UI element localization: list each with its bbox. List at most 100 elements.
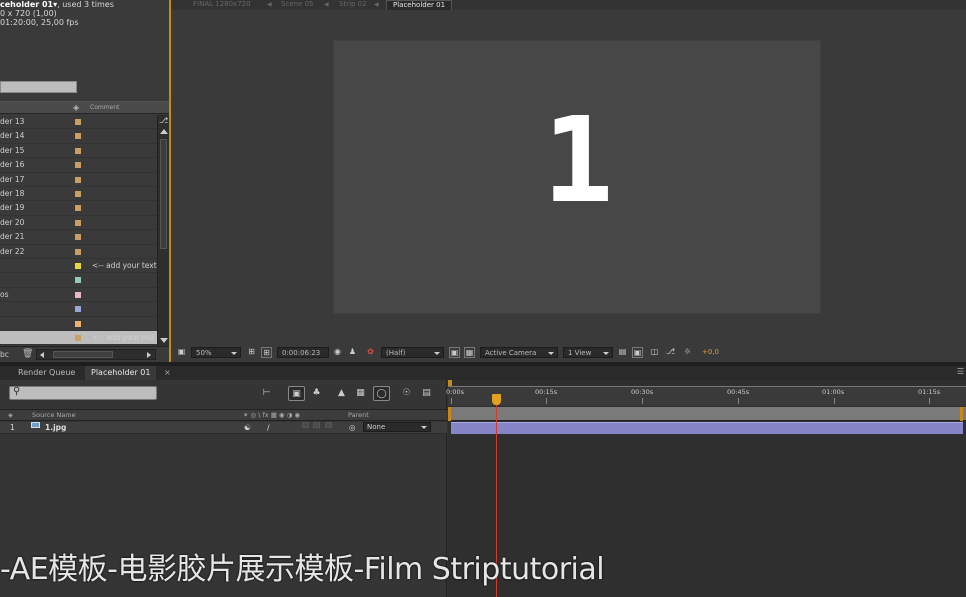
- trash-icon[interactable]: 🗑: [22, 349, 33, 359]
- timeline-icon[interactable]: ◫: [649, 347, 660, 358]
- layer-row[interactable]: 1 1.jpg ☯ ∕ ◎ None: [0, 422, 447, 434]
- quality-switch-icon[interactable]: ∕: [267, 422, 270, 433]
- scroll-up-arrow-icon[interactable]: [160, 129, 168, 134]
- shy-layers-icon[interactable]: ▲: [333, 386, 350, 401]
- frame-blending-icon[interactable]: ▦: [352, 386, 369, 401]
- project-item-row[interactable]: <-- add your mu: [0, 331, 157, 346]
- layer-name[interactable]: 1.jpg: [45, 422, 66, 433]
- label-color-swatch[interactable]: [75, 320, 81, 327]
- label-color-swatch[interactable]: [75, 277, 81, 284]
- project-item-row[interactable]: der 14: [0, 129, 157, 144]
- grid-icon[interactable]: ⊞: [246, 347, 257, 358]
- parent-dropdown[interactable]: None: [363, 422, 431, 432]
- label-color-swatch[interactable]: [75, 234, 81, 241]
- comp-mini-flowchart-icon[interactable]: ⊢: [258, 386, 275, 401]
- label-color-swatch[interactable]: [75, 119, 81, 125]
- project-item-row[interactable]: [0, 317, 157, 331]
- project-vertical-scrollbar[interactable]: ⎇: [157, 115, 169, 346]
- work-area-end-handle[interactable]: [960, 407, 963, 421]
- current-time-indicator-head[interactable]: [492, 394, 501, 405]
- pixel-aspect-icon[interactable]: ▤: [617, 347, 628, 358]
- camera-view-dropdown[interactable]: Active Camera: [480, 347, 558, 358]
- project-item-row[interactable]: der 16: [0, 158, 157, 173]
- live-update-icon[interactable]: ▣: [288, 386, 305, 401]
- fast-previews-icon[interactable]: ▣: [632, 347, 643, 358]
- label-color-swatch[interactable]: [75, 335, 81, 341]
- parent-column[interactable]: Parent: [348, 410, 369, 421]
- project-horizontal-scrollbar[interactable]: [36, 349, 156, 360]
- project-item-row[interactable]: der 22: [0, 245, 157, 259]
- scroll-right-arrow-icon[interactable]: [147, 352, 151, 358]
- effect-switch[interactable]: [302, 422, 309, 428]
- scroll-down-arrow-icon[interactable]: [160, 338, 168, 343]
- scroll-thumb[interactable]: [160, 139, 167, 249]
- project-item-row[interactable]: os: [0, 288, 157, 303]
- project-item-row[interactable]: [0, 273, 157, 288]
- bit-depth-button[interactable]: bc: [0, 350, 9, 359]
- breadcrumb-final[interactable]: FINAL 1280x720: [193, 0, 251, 9]
- scroll-left-arrow-icon[interactable]: [40, 352, 44, 358]
- resolution-dropdown[interactable]: (Half): [381, 347, 444, 358]
- view-layout-dropdown[interactable]: 1 View: [563, 347, 613, 358]
- project-search-input[interactable]: [0, 81, 77, 93]
- project-item-row[interactable]: <-- add your text: [0, 259, 157, 274]
- always-preview-icon[interactable]: ▣: [176, 347, 187, 358]
- flowchart-icon[interactable]: ⎇: [159, 116, 168, 125]
- layer-duration-bar[interactable]: [451, 422, 963, 434]
- magnification-dropdown[interactable]: 50%: [191, 347, 241, 358]
- project-item-row[interactable]: der 15: [0, 144, 157, 159]
- motion-blur-icon[interactable]: ◯: [373, 386, 390, 401]
- project-item-row[interactable]: der 17: [0, 173, 157, 187]
- work-area-bar[interactable]: [448, 407, 966, 421]
- graph-editor-icon[interactable]: ☉: [398, 386, 415, 401]
- h-scroll-thumb[interactable]: [53, 351, 113, 358]
- close-tab-icon[interactable]: ×: [164, 366, 171, 379]
- label-tag-icon[interactable]: ◈: [73, 103, 79, 112]
- tab-render-queue[interactable]: Render Queue: [12, 366, 81, 380]
- blend-switch[interactable]: [313, 422, 320, 428]
- current-time-display[interactable]: 0:00:06:23: [277, 347, 329, 358]
- snapshot-camera-icon[interactable]: ◉: [332, 347, 343, 358]
- label-color-swatch[interactable]: [75, 248, 81, 255]
- project-item-row[interactable]: der 18: [0, 187, 157, 202]
- work-area-start-handle[interactable]: [448, 407, 451, 421]
- pick-whip-icon[interactable]: ◎: [349, 422, 356, 433]
- exposure-value[interactable]: +0,0: [702, 348, 719, 356]
- project-item-row[interactable]: der 20: [0, 216, 157, 231]
- breadcrumb-placeholder[interactable]: Placeholder 01: [386, 0, 453, 10]
- timeline-search-input[interactable]: ⚲: [9, 386, 157, 400]
- project-item-row[interactable]: [0, 302, 157, 317]
- label-color-swatch[interactable]: [75, 291, 81, 298]
- label-color-swatch[interactable]: [75, 191, 81, 197]
- label-color-swatch[interactable]: [75, 306, 81, 313]
- color-channels-icon[interactable]: ✿: [365, 347, 376, 358]
- source-name-column[interactable]: Source Name: [32, 410, 76, 421]
- flowchart-icon[interactable]: ⎇: [665, 347, 676, 358]
- tab-placeholder-01[interactable]: Placeholder 01: [85, 366, 157, 380]
- time-ruler[interactable]: 0:00s 00:15s 00:30s 00:45s 01:00s 01:15s: [446, 386, 966, 406]
- panel-menu-icon[interactable]: ☰: [957, 366, 964, 378]
- project-item-row[interactable]: der 13: [0, 115, 157, 130]
- project-item-row[interactable]: der 21: [0, 230, 157, 245]
- show-snapshot-icon[interactable]: ♟: [347, 347, 358, 358]
- composition-canvas[interactable]: 1: [333, 40, 821, 314]
- label-color-swatch[interactable]: [75, 147, 81, 154]
- breadcrumb-scene[interactable]: Scene 05: [281, 0, 313, 9]
- transparency-grid-icon[interactable]: ▦: [464, 347, 475, 358]
- label-color-swatch[interactable]: [75, 263, 81, 269]
- label-color-swatch[interactable]: [75, 133, 81, 140]
- project-item-row[interactable]: der 19: [0, 201, 157, 216]
- shy-switch-icon[interactable]: ☯: [244, 422, 251, 433]
- label-column-icon[interactable]: ◈: [8, 410, 13, 421]
- safe-margins-icon[interactable]: ⊞: [261, 347, 272, 358]
- breadcrumb-strip[interactable]: Strip 02: [339, 0, 367, 9]
- label-color-swatch[interactable]: [75, 219, 81, 226]
- draft-3d-icon[interactable]: ♣: [308, 386, 325, 401]
- region-of-interest-icon[interactable]: ▣: [449, 347, 460, 358]
- exposure-icon[interactable]: ☼: [682, 347, 693, 358]
- label-color-swatch[interactable]: [75, 176, 81, 183]
- brainstorm-icon[interactable]: ▤: [418, 386, 435, 401]
- label-color-swatch[interactable]: [75, 162, 81, 169]
- 3d-switch[interactable]: [325, 422, 332, 428]
- label-color-swatch[interactable]: [75, 205, 81, 212]
